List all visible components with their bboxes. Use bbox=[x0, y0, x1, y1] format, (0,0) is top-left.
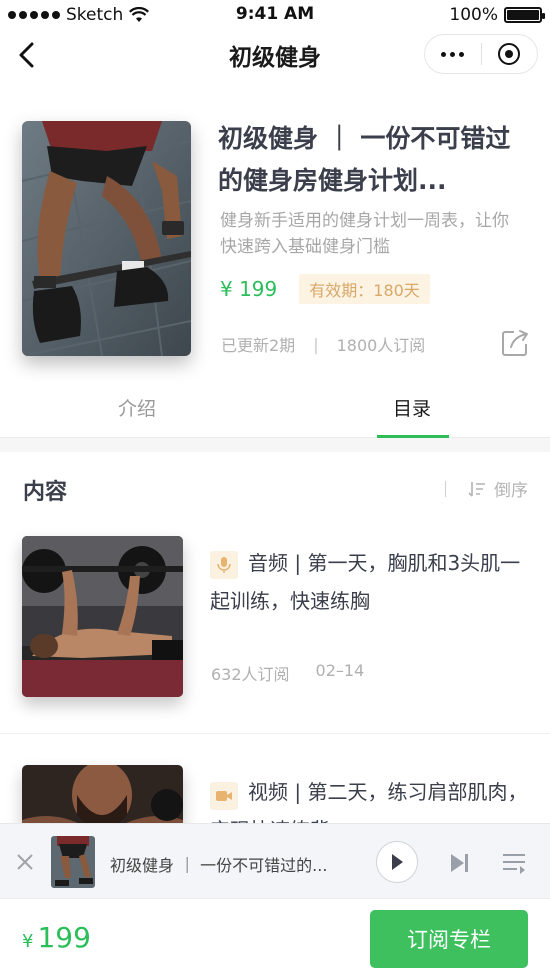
playlist-icon bbox=[503, 854, 525, 874]
nav-title: 初级健身 bbox=[229, 45, 321, 71]
status-left: Sketch bbox=[8, 5, 150, 25]
course-price: ¥ 199 bbox=[220, 277, 278, 301]
skip-next-icon bbox=[451, 854, 468, 872]
sort-icon bbox=[468, 481, 485, 497]
content-section-header: 内容 倒序 bbox=[0, 452, 550, 524]
battery-percent: 100% bbox=[449, 5, 498, 25]
player-close-button[interactable] bbox=[14, 851, 36, 873]
item-subscribers: 632人订阅 bbox=[211, 665, 290, 684]
course-meta: 已更新2期 | 1800人订阅 bbox=[221, 332, 425, 356]
more-dots-icon bbox=[441, 51, 465, 57]
player-thumbnail bbox=[51, 836, 95, 888]
player-title: 初级健身 ｜ 一份不可错过的... bbox=[110, 856, 328, 875]
meta-separator: | bbox=[313, 334, 319, 354]
mini-player: 初级健身 ｜ 一份不可错过的... bbox=[0, 823, 550, 898]
status-bar: Sketch 9:41 AM 100% bbox=[0, 0, 550, 30]
back-button[interactable] bbox=[12, 40, 42, 70]
item-title: 音频 | 第一天，胸肌和3头肌一起训练，快速练胸 bbox=[210, 544, 528, 620]
next-track-button[interactable] bbox=[447, 851, 471, 875]
item-thumbnail bbox=[22, 536, 183, 697]
more-button[interactable] bbox=[425, 35, 481, 73]
playlist-button[interactable] bbox=[501, 851, 527, 875]
course-description: 健身新手适用的健身计划一周表，让你快速跨入基础健身门槛 bbox=[220, 211, 509, 257]
price-row: ¥ 199 有效期：180天 bbox=[220, 274, 430, 304]
microphone-icon bbox=[210, 551, 238, 579]
wifi-icon bbox=[129, 7, 150, 22]
signal-icon bbox=[8, 11, 60, 19]
item-date: 02–14 bbox=[315, 661, 365, 680]
item-meta: 632人订阅 02–14 bbox=[211, 661, 364, 685]
close-miniprogram-button[interactable] bbox=[482, 35, 538, 73]
subscriber-count: 1800人订阅 bbox=[336, 336, 426, 355]
sort-label: 倒序 bbox=[494, 481, 528, 501]
status-right: 100% bbox=[449, 5, 545, 25]
update-count: 已更新2期 bbox=[221, 336, 296, 355]
item-divider bbox=[0, 733, 550, 734]
play-icon bbox=[392, 854, 403, 870]
share-button[interactable] bbox=[500, 328, 530, 358]
bottom-price-value: 199 bbox=[37, 921, 91, 954]
share-icon bbox=[502, 330, 528, 356]
battery-icon bbox=[504, 7, 545, 23]
close-icon bbox=[17, 854, 33, 870]
sort-divider bbox=[445, 480, 446, 497]
item-title-text: 音频 | 第一天，胸肌和3头肌一起训练，快速练胸 bbox=[210, 551, 521, 613]
tab-intro[interactable]: 介绍 bbox=[118, 394, 156, 421]
mini-program-capsule bbox=[424, 34, 538, 74]
course-title: 初级健身 ｜ 一份不可错过的健身房健身计划... bbox=[218, 124, 511, 195]
bottom-bar: ¥199 订阅专栏 bbox=[0, 898, 550, 978]
nav-bar: 初级健身 bbox=[0, 30, 550, 80]
video-icon bbox=[210, 782, 238, 810]
course-cover-image bbox=[22, 121, 191, 356]
section-spacer bbox=[0, 438, 550, 452]
subscribe-button[interactable]: 订阅专栏 bbox=[370, 910, 528, 968]
play-button[interactable] bbox=[376, 841, 418, 883]
sort-button[interactable]: 倒序 bbox=[445, 476, 528, 501]
carrier-label: Sketch bbox=[66, 5, 124, 25]
bottom-price: ¥199 bbox=[22, 921, 91, 954]
tab-catalog[interactable]: 目录 bbox=[393, 394, 431, 421]
target-icon bbox=[498, 43, 521, 65]
tab-bar: 介绍 目录 bbox=[0, 380, 550, 438]
section-title: 内容 bbox=[23, 480, 68, 505]
chevron-left-icon bbox=[19, 42, 34, 68]
validity-badge: 有效期：180天 bbox=[299, 274, 430, 304]
currency-symbol: ¥ bbox=[22, 931, 34, 952]
